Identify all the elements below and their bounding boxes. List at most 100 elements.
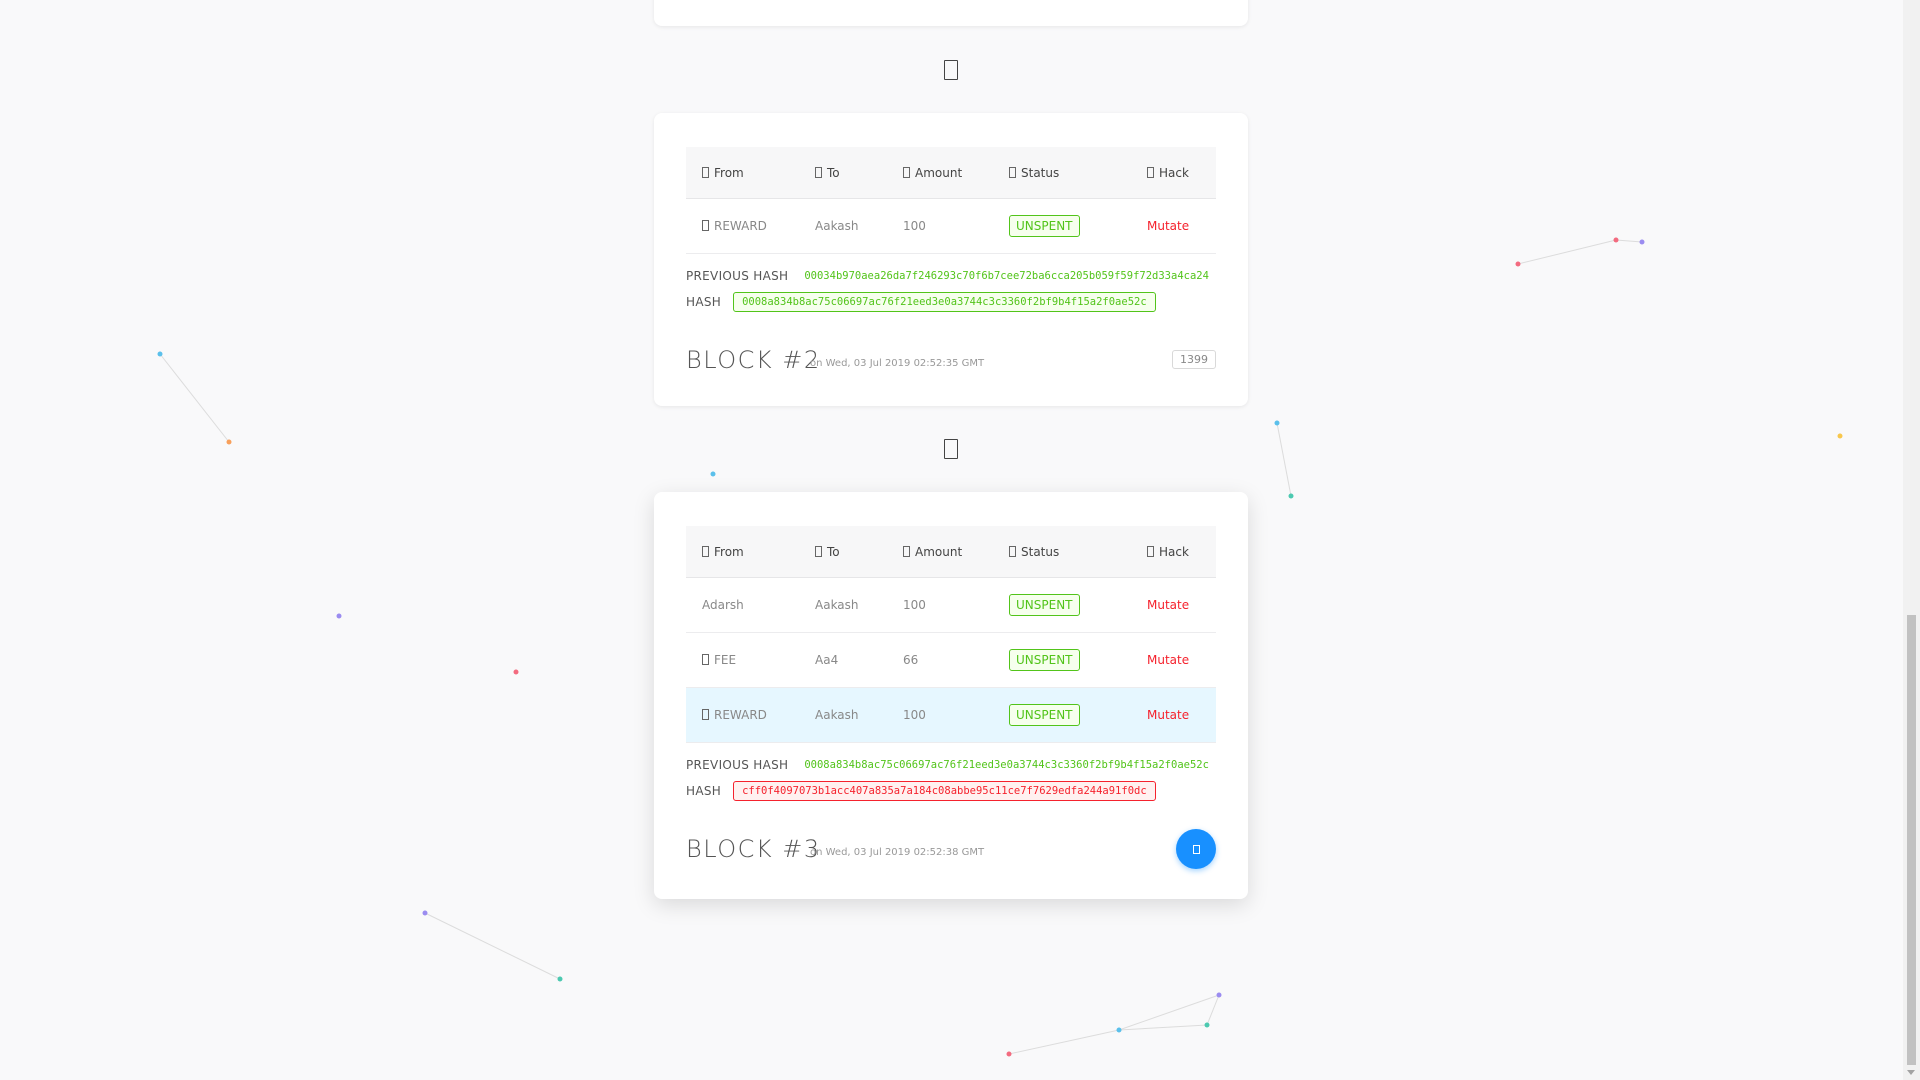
table-row-highlighted: REWARD Aakash 100 UNSPENT Mutate	[686, 687, 1216, 743]
block-card-3: From To Amount Status Hack Adarsh Aakash…	[654, 492, 1248, 899]
gift-icon	[702, 709, 709, 720]
bug-icon	[1147, 545, 1154, 557]
previous-hash-value: 0008a834b8ac75c06697ac76f21eed3e0a3744c3…	[804, 759, 1209, 771]
hash-value-invalid: cff0f4097073b1acc407a835a7a184c08abbe95c…	[733, 781, 1156, 801]
header-amount: Amount	[887, 526, 993, 578]
block-title: BLOCK #3	[686, 835, 821, 863]
mutate-link[interactable]: Mutate	[1147, 708, 1189, 722]
header-amount: Amount	[887, 147, 993, 199]
cell-from: Adarsh	[686, 577, 799, 633]
cell-amount: 100	[887, 198, 993, 254]
cell-status: UNSPENT	[993, 577, 1131, 633]
previous-hash-row: PREVIOUS HASH 00034b970aea26da7f246293c7…	[686, 269, 1216, 283]
bug-icon	[1147, 166, 1154, 178]
previous-hash-value: 00034b970aea26da7f246293c70f6b7cee72ba6c…	[804, 270, 1209, 282]
user-icon	[702, 166, 709, 178]
from-value: REWARD	[714, 708, 767, 722]
header-from: From	[686, 147, 799, 199]
header-amount-label: Amount	[915, 544, 963, 559]
hash-row: HASH 0008a834b8ac75c06697ac76f21eed3e0a3…	[686, 292, 1216, 312]
cell-hack: Mutate	[1131, 577, 1216, 633]
header-status: Status	[993, 526, 1131, 578]
hash-label: HASH	[686, 784, 722, 798]
cell-status: UNSPENT	[993, 632, 1131, 688]
nonce-badge: 1399	[1172, 350, 1216, 369]
cell-from: REWARD	[686, 687, 799, 743]
header-status-label: Status	[1021, 165, 1060, 180]
user-icon	[702, 545, 709, 557]
table-row: Adarsh Aakash 100 UNSPENT Mutate	[686, 577, 1216, 633]
user-icon	[815, 166, 822, 178]
from-value: REWARD	[714, 219, 767, 233]
coin-icon	[903, 166, 910, 178]
status-badge: UNSPENT	[1009, 704, 1080, 726]
hash-row: HASH cff0f4097073b1acc407a835a7a184c08ab…	[686, 781, 1216, 801]
pickaxe-icon	[1192, 844, 1200, 854]
transactions-table: From To Amount Status Hack REWARD Aakash…	[686, 147, 1216, 254]
header-status-label: Status	[1021, 544, 1060, 559]
cell-amount: 100	[887, 577, 993, 633]
header-to-label: To	[827, 165, 840, 180]
header-from-label: From	[714, 165, 744, 180]
status-badge: UNSPENT	[1009, 649, 1080, 671]
header-amount-label: Amount	[915, 165, 963, 180]
from-value: FEE	[714, 653, 737, 667]
header-hack: Hack	[1131, 147, 1216, 199]
cell-from: FEE	[686, 632, 799, 688]
scrollbar-thumb[interactable]	[1907, 615, 1916, 1065]
mutate-link[interactable]: Mutate	[1147, 219, 1189, 233]
block-card-previous	[654, 0, 1248, 26]
block-footer: BLOCK #3 on Wed, 03 Jul 2019 02:52:38 GM…	[686, 829, 1216, 869]
cell-to: Aakash	[799, 198, 887, 254]
cell-to: Aakash	[799, 687, 887, 743]
status-badge: UNSPENT	[1009, 594, 1080, 616]
scroll-down-arrow-icon[interactable]	[1907, 1070, 1915, 1075]
block-card-2: From To Amount Status Hack REWARD Aakash…	[654, 113, 1248, 406]
table-header-row: From To Amount Status Hack	[686, 147, 1216, 199]
hash-value: 0008a834b8ac75c06697ac76f21eed3e0a3744c3…	[733, 292, 1156, 312]
status-icon	[1009, 166, 1016, 178]
transactions-table: From To Amount Status Hack Adarsh Aakash…	[686, 526, 1216, 743]
status-badge: UNSPENT	[1009, 215, 1080, 237]
header-to: To	[799, 526, 887, 578]
cell-to: Aakash	[799, 577, 887, 633]
mutate-link[interactable]: Mutate	[1147, 598, 1189, 612]
header-from: From	[686, 526, 799, 578]
cell-amount: 66	[887, 632, 993, 688]
gift-icon	[702, 220, 709, 231]
header-to-label: To	[827, 544, 840, 559]
user-icon	[815, 545, 822, 557]
cell-from: REWARD	[686, 198, 799, 254]
cell-hack: Mutate	[1131, 687, 1216, 743]
previous-hash-label: PREVIOUS HASH	[686, 758, 789, 772]
coin-icon	[903, 545, 910, 557]
block-timestamp: on Wed, 03 Jul 2019 02:52:38 GMT	[810, 847, 985, 858]
cell-status: UNSPENT	[993, 198, 1131, 254]
fee-icon	[702, 654, 709, 665]
block-timestamp: on Wed, 03 Jul 2019 02:52:35 GMT	[810, 358, 985, 369]
mutate-link[interactable]: Mutate	[1147, 653, 1189, 667]
hash-label: HASH	[686, 295, 722, 309]
cell-hack: Mutate	[1131, 198, 1216, 254]
cell-hack: Mutate	[1131, 632, 1216, 688]
vertical-scrollbar[interactable]	[1903, 0, 1920, 1080]
header-from-label: From	[714, 544, 744, 559]
table-row: FEE Aa4 66 UNSPENT Mutate	[686, 632, 1216, 688]
header-hack-label: Hack	[1159, 165, 1189, 180]
previous-hash-label: PREVIOUS HASH	[686, 269, 789, 283]
cell-amount: 100	[887, 687, 993, 743]
block-footer: BLOCK #2 on Wed, 03 Jul 2019 02:52:35 GM…	[686, 340, 1216, 380]
status-icon	[1009, 545, 1016, 557]
header-hack: Hack	[1131, 526, 1216, 578]
cell-status: UNSPENT	[993, 687, 1131, 743]
header-status: Status	[993, 147, 1131, 199]
block-title: BLOCK #2	[686, 346, 821, 374]
cell-to: Aa4	[799, 632, 887, 688]
chain-link-icon	[944, 439, 958, 459]
chain-link-icon	[944, 60, 958, 80]
mine-button[interactable]	[1176, 829, 1216, 869]
previous-hash-row: PREVIOUS HASH 0008a834b8ac75c06697ac76f2…	[686, 758, 1216, 772]
table-row: REWARD Aakash 100 UNSPENT Mutate	[686, 198, 1216, 254]
header-to: To	[799, 147, 887, 199]
table-header-row: From To Amount Status Hack	[686, 526, 1216, 578]
